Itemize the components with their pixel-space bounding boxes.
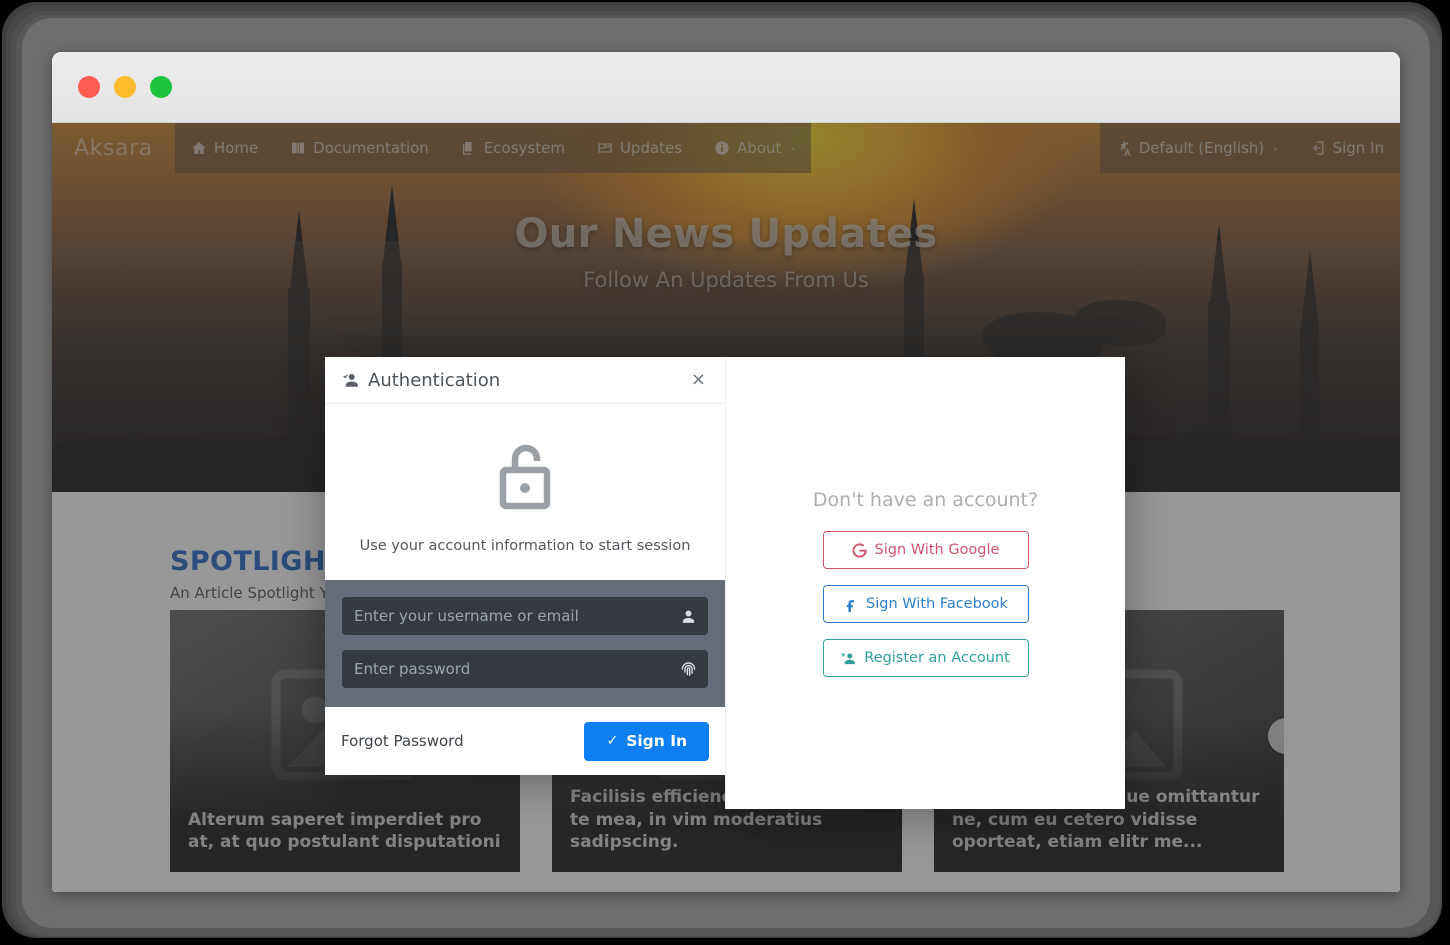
modal-header: Authentication × — [325, 357, 725, 404]
signin-submit-button[interactable]: ✓ Sign In — [584, 721, 709, 761]
sign-with-facebook-label: Sign With Facebook — [866, 596, 1008, 612]
modal-footer: Forgot Password ✓ Sign In — [325, 707, 725, 775]
close-window-button[interactable] — [78, 76, 100, 98]
check-icon: ✓ — [606, 733, 619, 749]
window-titlebar — [52, 52, 1400, 123]
person-icon — [680, 608, 697, 625]
screenshot-stage: Our News Updates Follow An Updates From … — [0, 0, 1450, 945]
sign-with-google-button[interactable]: Sign With Google — [822, 531, 1029, 569]
sign-with-facebook-button[interactable]: Sign With Facebook — [822, 585, 1029, 623]
username-input[interactable] — [342, 597, 708, 635]
user-check-icon — [342, 371, 360, 389]
modal-description: Use your account information to start se… — [359, 538, 691, 554]
maximize-window-button[interactable] — [150, 76, 172, 98]
sign-with-google-label: Sign With Google — [874, 542, 1000, 558]
browser-window: Our News Updates Follow An Updates From … — [52, 52, 1400, 892]
username-field-wrapper — [342, 597, 708, 635]
password-input[interactable] — [342, 650, 708, 688]
credentials-section — [325, 580, 725, 707]
unlocked-padlock-icon — [493, 440, 557, 512]
forgot-password-link[interactable]: Forgot Password — [341, 732, 464, 750]
signin-submit-label: Sign In — [626, 732, 687, 750]
password-field-wrapper — [342, 650, 708, 688]
signin-panel: Authentication × Use your account inform… — [325, 357, 725, 775]
register-account-button[interactable]: Register an Account — [822, 639, 1029, 677]
close-modal-button[interactable]: × — [689, 367, 708, 393]
page-viewport: Our News Updates Follow An Updates From … — [52, 123, 1400, 892]
register-account-label: Register an Account — [864, 650, 1010, 666]
no-account-heading: Don't have an account? — [812, 489, 1039, 511]
minimize-window-button[interactable] — [114, 76, 136, 98]
facebook-f-icon — [843, 597, 858, 612]
google-g-icon — [852, 542, 867, 558]
modal-title: Authentication — [368, 369, 501, 391]
modal-body: Use your account information to start se… — [325, 404, 725, 580]
user-plus-icon — [841, 651, 856, 666]
authentication-modal: Authentication × Use your account inform… — [325, 357, 1125, 809]
register-panel: Don't have an account? Sign With Google … — [725, 357, 1125, 809]
fingerprint-icon — [680, 661, 697, 678]
